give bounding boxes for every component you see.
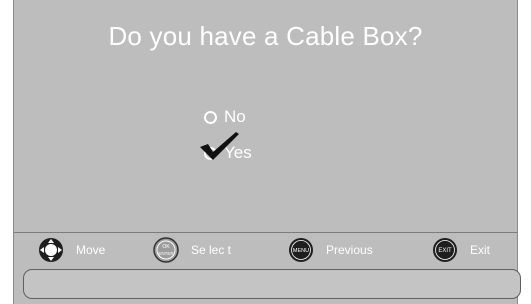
legend-move-label: Move: [76, 243, 106, 257]
menu-button-icon: MENU: [289, 238, 313, 262]
exit-button-icon: EXIT: [433, 238, 457, 262]
enter-icon-text: ENTER: [158, 251, 174, 256]
legend-exit: EXIT Exit: [432, 233, 490, 267]
tv-screen: Do you have a Cable Box? No Yes Move OK …: [13, 0, 521, 304]
checkmark-icon: [200, 132, 239, 160]
option-no-label: No: [224, 107, 246, 126]
dpad-icon: [39, 238, 63, 262]
legend-select: OK ENTER Se lec t: [153, 233, 231, 267]
dialog-title: Do you have a Cable Box?: [108, 21, 423, 51]
menu-icon-text: MENU: [293, 248, 309, 254]
exit-icon-text: EXIT: [438, 248, 452, 254]
legend-previous-label: Previous: [326, 243, 373, 257]
legend-previous: MENU Previous: [288, 233, 373, 267]
option-no[interactable]: No: [204, 106, 246, 128]
ok-icon-text: OK: [162, 244, 170, 250]
radio-icon: [204, 110, 217, 124]
legend-select-label: Se lec t: [191, 243, 232, 257]
legend-move: Move: [38, 233, 105, 267]
setup-dialog: Do you have a Cable Box? No Yes: [14, 0, 517, 233]
legend-exit-label: Exit: [470, 243, 491, 257]
bottom-bar: Move OK ENTER Se lec t MENU Previous EXI…: [14, 233, 521, 304]
info-bar: [23, 269, 521, 299]
ok-enter-icon: OK ENTER: [153, 237, 179, 263]
